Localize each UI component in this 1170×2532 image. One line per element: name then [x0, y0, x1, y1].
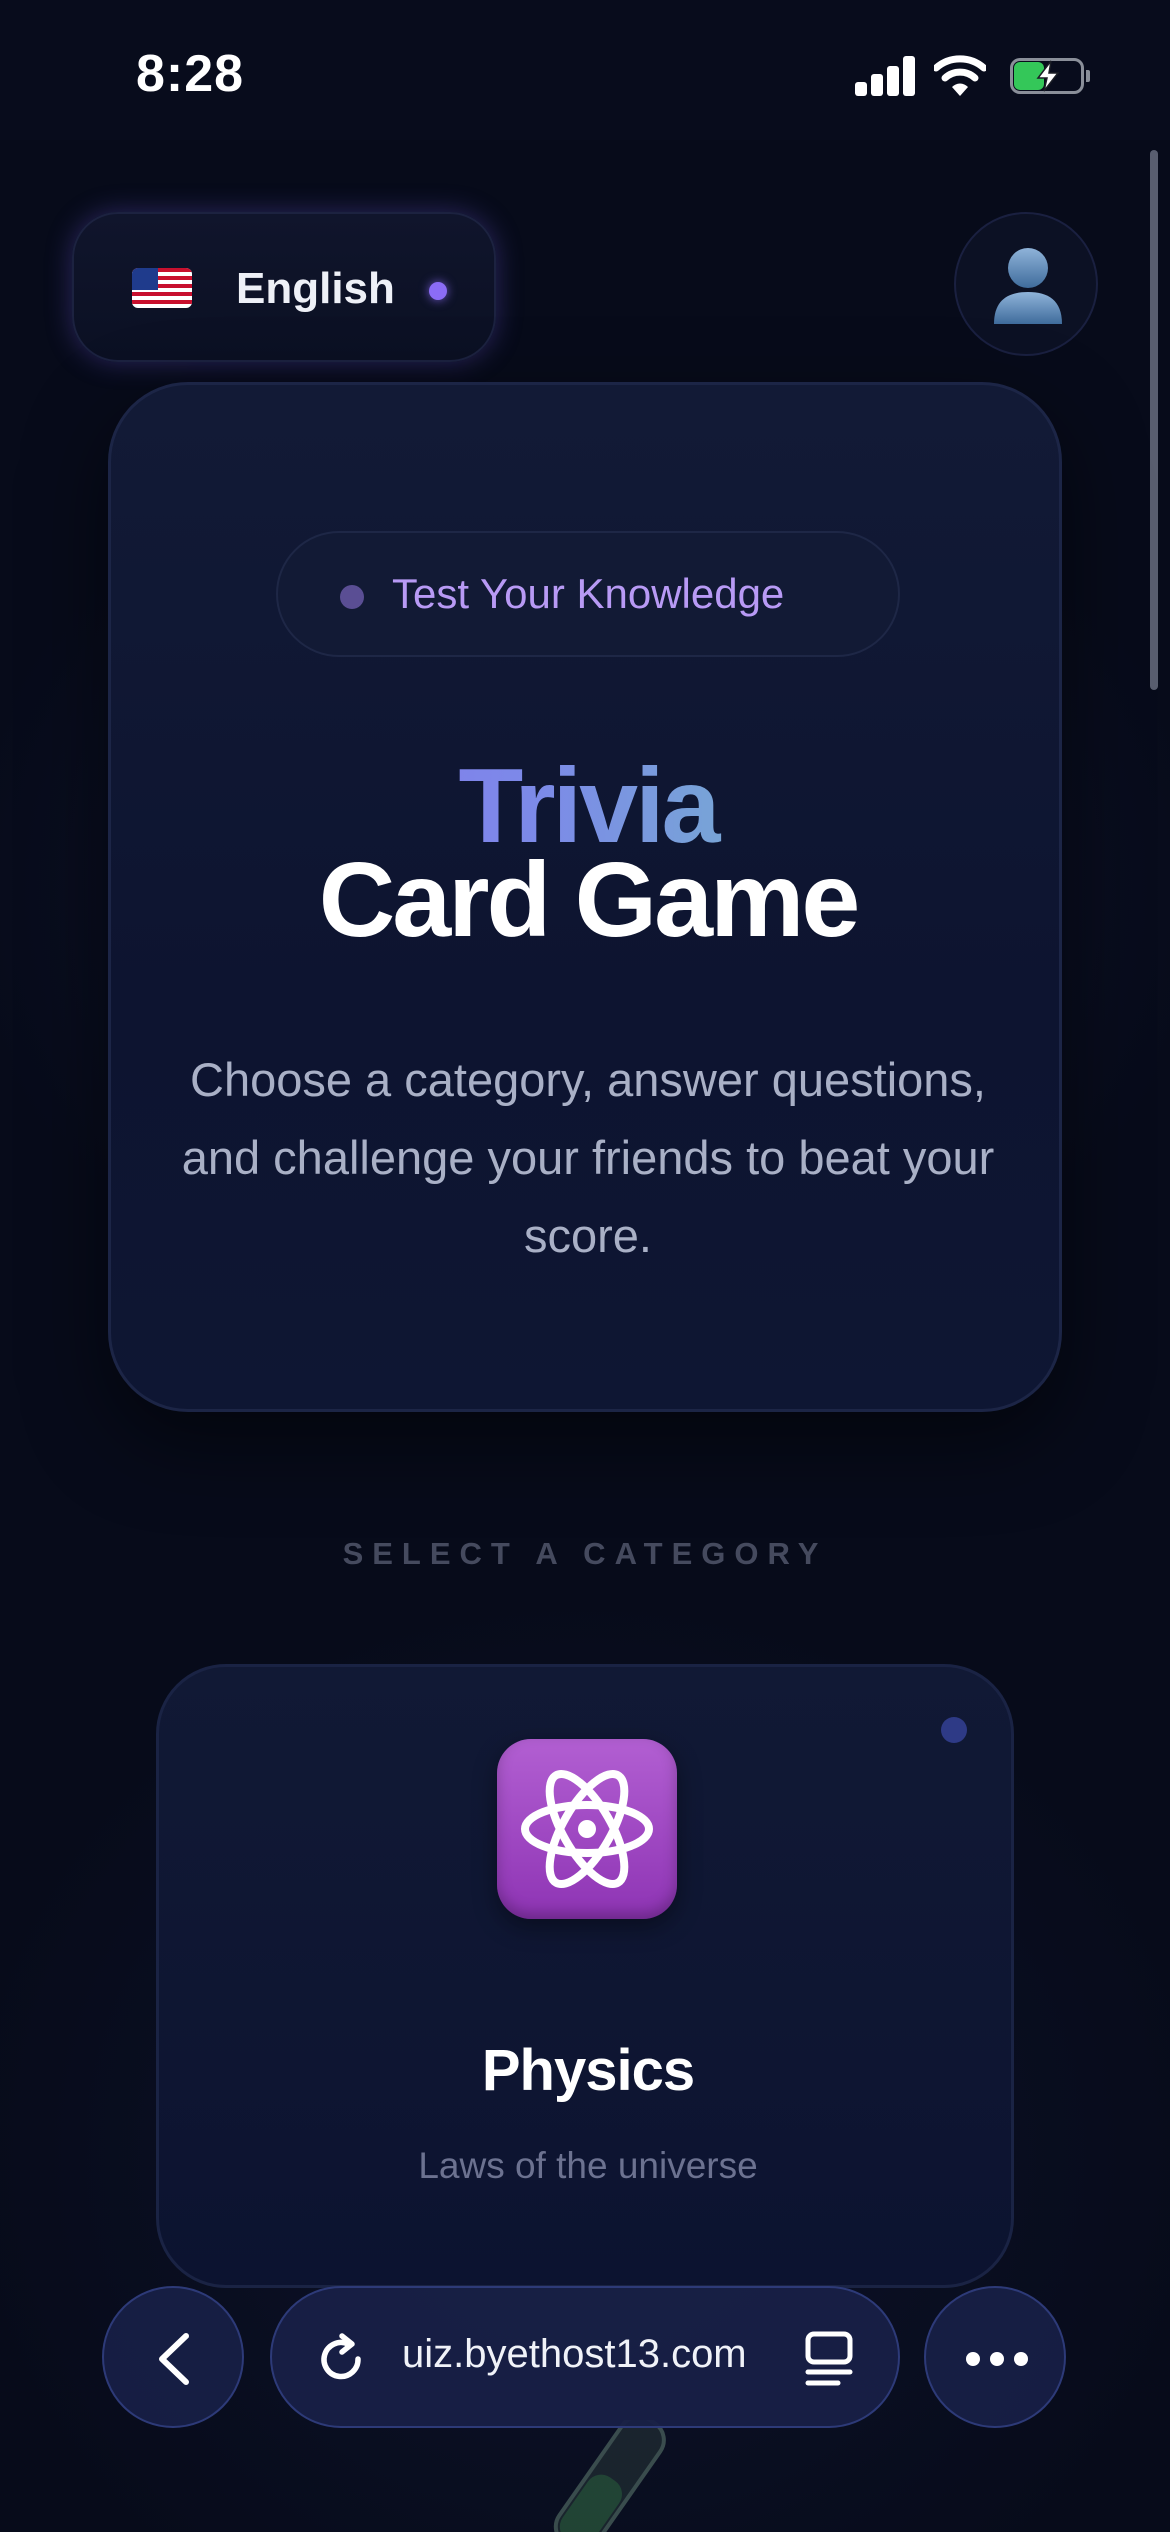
- us-flag-icon: [132, 268, 192, 308]
- hero-description: Choose a category, answer questions, and…: [181, 1053, 995, 1262]
- language-indicator-dot: [429, 282, 447, 300]
- category-name: Physics: [481, 2038, 695, 2103]
- more-dots-icon: [966, 2352, 1028, 2366]
- tabs-icon[interactable]: [802, 2330, 856, 2388]
- hero-badge: Test Your Knowledge: [276, 531, 900, 657]
- reload-icon[interactable]: [314, 2332, 368, 2386]
- profile-button[interactable]: [954, 212, 1098, 356]
- category-section-heading: SELECT A CATEGORY: [342, 1536, 828, 1571]
- atom-icon: [497, 1739, 677, 1919]
- chevron-left-icon: [159, 2333, 189, 2385]
- address-bar[interactable]: uiz.byethost13.com: [270, 2286, 900, 2428]
- signal-icon: [855, 56, 917, 96]
- status-bar: 8:28: [0, 0, 1170, 140]
- badge-dot: [340, 585, 364, 609]
- wifi-icon: [934, 55, 986, 96]
- test-tube-icon: [553, 2420, 666, 2532]
- scroll-indicator[interactable]: [1150, 150, 1158, 690]
- category-card-physics[interactable]: Physics Laws of the universe: [156, 1664, 1014, 2288]
- category-status-dot: [941, 1717, 967, 1743]
- hero-badge-label: Test Your Knowledge: [392, 570, 785, 617]
- page: 8:28 English Test Your Knowledge Trivia …: [0, 0, 1170, 2532]
- back-button[interactable]: [102, 2286, 244, 2428]
- language-selector[interactable]: English: [72, 212, 496, 362]
- status-time: 8:28: [136, 45, 245, 103]
- url-text[interactable]: uiz.byethost13.com: [402, 2332, 762, 2377]
- hero-card: Test Your Knowledge Trivia Card Game Cho…: [108, 382, 1062, 1412]
- person-silhouette-icon: [994, 248, 1062, 324]
- battery-charging-icon: [1010, 58, 1090, 94]
- hero-title-card-game: Card Game: [318, 841, 861, 959]
- more-button[interactable]: [924, 2286, 1066, 2428]
- language-label: English: [236, 264, 395, 313]
- category-description: Laws of the universe: [418, 2145, 758, 2186]
